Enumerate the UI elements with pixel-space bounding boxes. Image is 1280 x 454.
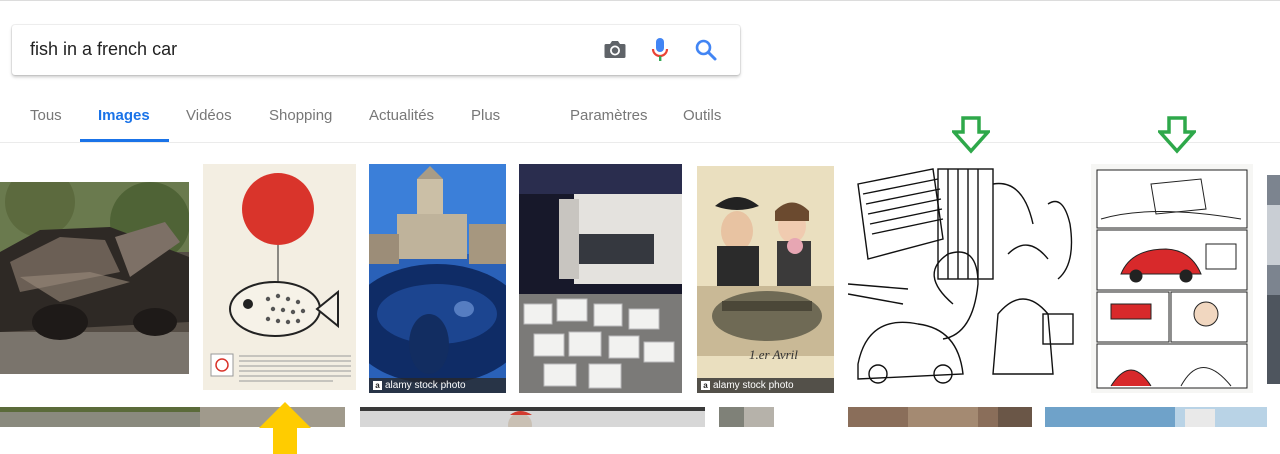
alamy-watermark: a alamy stock photo <box>369 378 506 393</box>
green-down-arrow-2 <box>1156 116 1198 159</box>
tab-videos[interactable]: Vidéos <box>186 107 232 124</box>
yellow-up-arrow <box>257 400 313 454</box>
search-input[interactable]: fish in a french car <box>30 39 177 60</box>
search-tabs: Tous Images Vidéos Shopping Actualités P… <box>0 96 1280 142</box>
result-image-8-partial[interactable] <box>1267 175 1280 384</box>
tab-actualites[interactable]: Actualités <box>369 107 434 124</box>
tabs-divider <box>0 142 1280 143</box>
camera-icon[interactable] <box>602 37 628 63</box>
google-images-page: fish in a french car Tous Images Vidéos … <box>0 0 1280 454</box>
microphone-icon[interactable] <box>647 37 673 63</box>
tab-outils[interactable]: Outils <box>683 107 721 124</box>
search-box[interactable]: fish in a french car <box>12 25 740 75</box>
row2-image-4[interactable] <box>848 407 1032 427</box>
row2-image-3[interactable] <box>719 407 774 427</box>
tab-tous[interactable]: Tous <box>30 107 62 124</box>
tab-parametres[interactable]: Paramètres <box>570 107 648 124</box>
row2-image-5[interactable] <box>1045 407 1267 427</box>
result-image-7[interactable] <box>1091 164 1253 393</box>
search-icon[interactable] <box>693 37 719 63</box>
tab-shopping[interactable]: Shopping <box>269 107 332 124</box>
postcard-caption: 1.er Avril <box>749 347 798 362</box>
result-image-1[interactable] <box>0 182 189 374</box>
result-image-2[interactable] <box>203 164 356 390</box>
row2-image-2[interactable] <box>360 407 705 427</box>
result-image-5[interactable]: 1.er Avril a alamy stock photo <box>697 166 834 393</box>
result-image-4[interactable] <box>519 164 682 393</box>
alamy-watermark-2: a alamy stock photo <box>697 378 834 393</box>
result-image-6[interactable] <box>848 164 1077 393</box>
tab-images[interactable]: Images <box>98 107 150 124</box>
green-down-arrow-1 <box>950 116 992 159</box>
tab-plus[interactable]: Plus <box>471 107 500 124</box>
result-image-3[interactable]: a alamy stock photo <box>369 164 506 393</box>
top-border <box>0 0 1280 1</box>
